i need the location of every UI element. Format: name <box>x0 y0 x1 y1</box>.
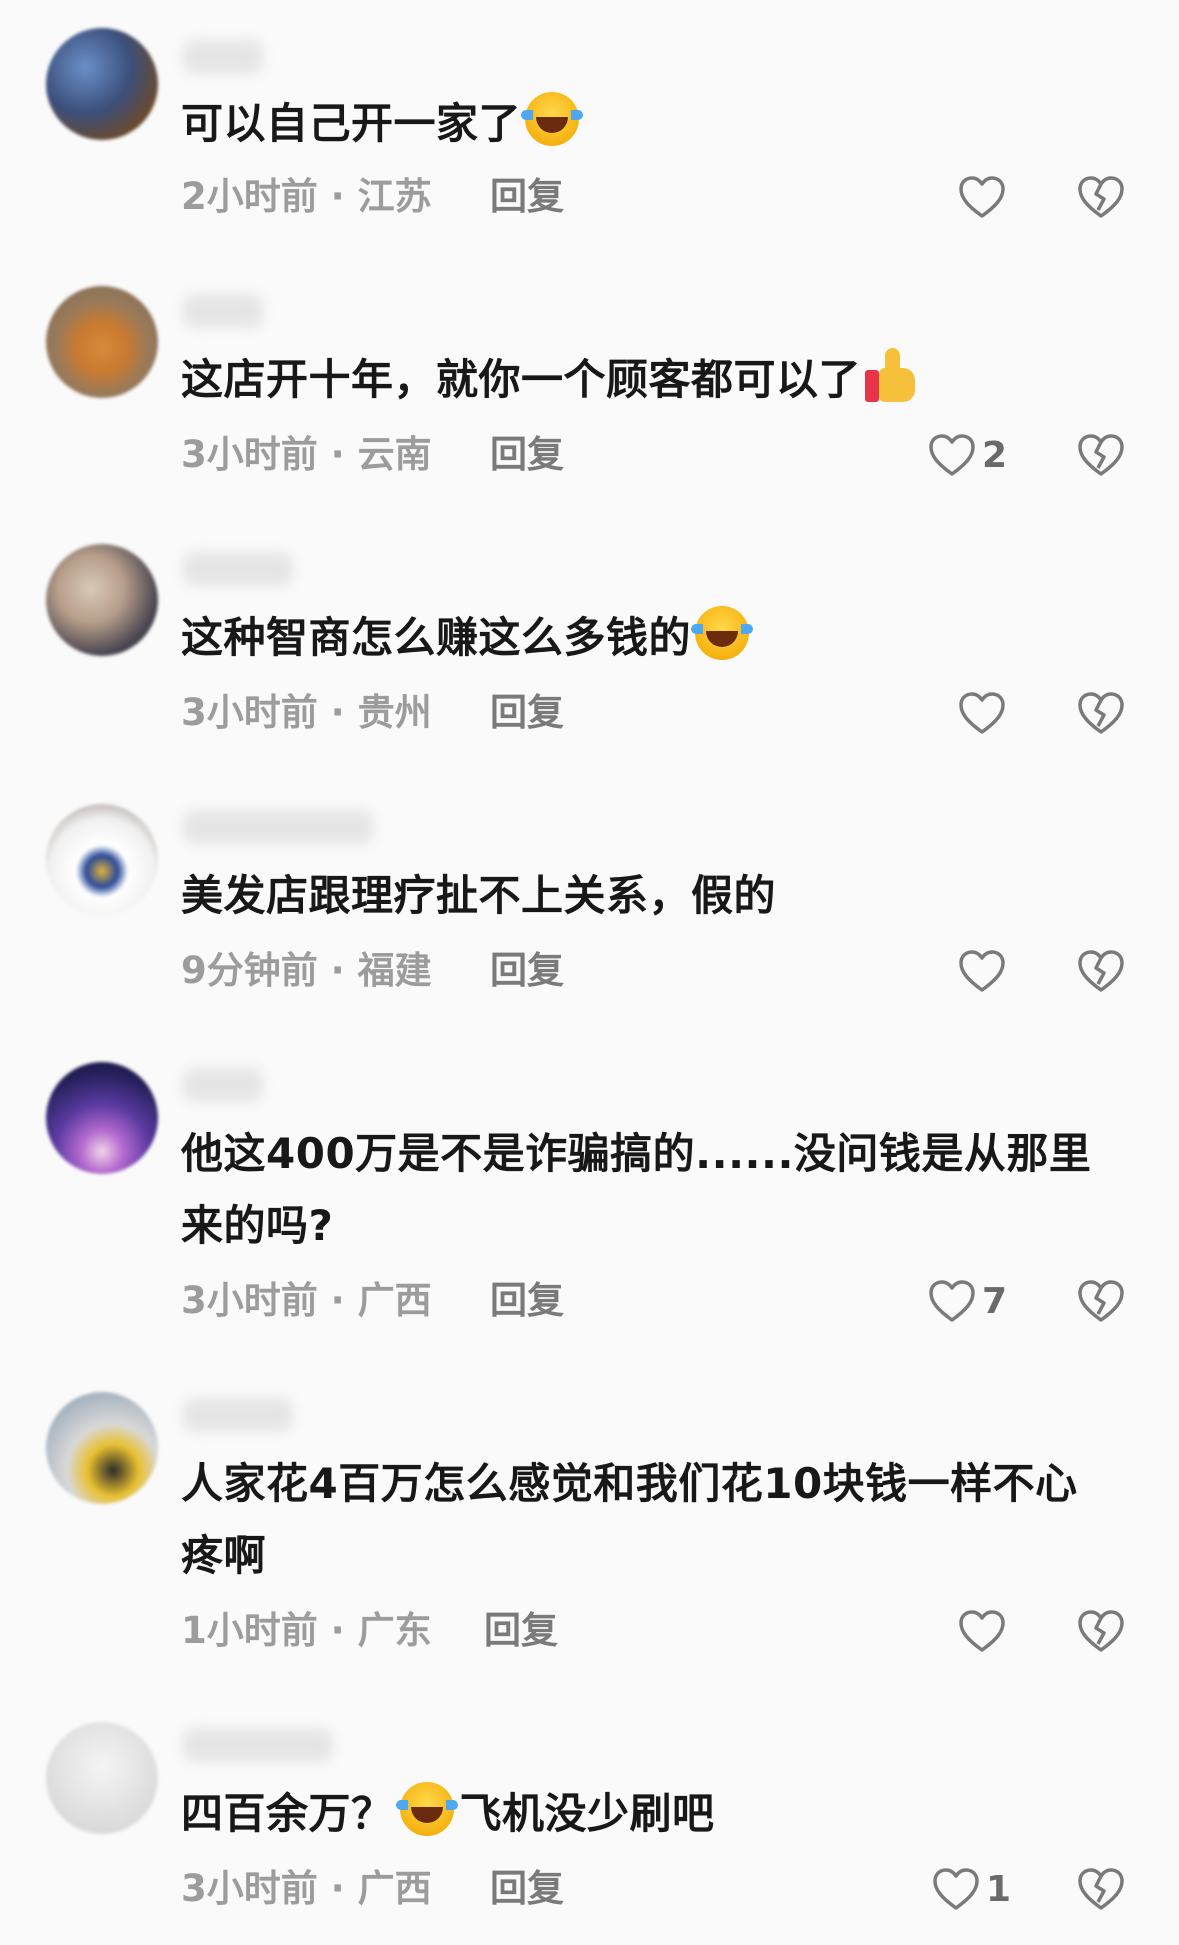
comment-time-location: 3小时前 · 贵州 <box>181 691 432 734</box>
comment-text: 可以自己开一家了 <box>181 88 1141 160</box>
username[interactable] <box>183 1728 333 1762</box>
reply-button[interactable]: 回复 <box>490 430 564 480</box>
comment-text: 这种智商怎么赚这么多钱的 <box>181 602 1141 674</box>
reply-button[interactable]: 回复 <box>490 688 564 738</box>
reply-button[interactable]: 回复 <box>490 946 564 996</box>
comment-time-location: 9分钟前 · 福建 <box>181 949 432 992</box>
broken-heart-icon[interactable] <box>1077 690 1125 736</box>
reply-button[interactable]: 回复 <box>490 1864 564 1914</box>
comment-text: 这店开十年，就你一个顾客都可以了 <box>181 344 1141 416</box>
heart-outline-icon <box>929 434 975 476</box>
like-count: 1 <box>986 1868 1012 1910</box>
comment-text: 他这400万是不是诈骗搞的......没问钱是从那里 来的吗? <box>181 1118 1141 1262</box>
comment-text-line: 疼啊 <box>181 1531 267 1580</box>
thumbs-up-emoji-icon <box>865 348 917 404</box>
like-button[interactable]: 2 <box>928 430 1007 480</box>
comment-time-location: 1小时前 · 广东 <box>181 1609 432 1652</box>
comment-time-location: 2小时前 · 江苏 <box>181 175 432 218</box>
comment-text-line: 他这400万是不是诈骗搞的......没问钱是从那里 <box>181 1129 1092 1178</box>
broken-heart-icon[interactable] <box>1077 1278 1125 1324</box>
username[interactable] <box>183 810 373 844</box>
broken-heart-icon[interactable] <box>1077 174 1125 220</box>
comment-text: 美发店跟理疗扯不上关系，假的 <box>181 871 777 920</box>
comment-time-location: 3小时前 · 广西 <box>181 1279 432 1322</box>
reply-button[interactable]: 回复 <box>484 1606 558 1656</box>
like-button[interactable] <box>958 172 1012 222</box>
avatar[interactable] <box>46 1392 158 1504</box>
like-button[interactable] <box>958 688 1012 738</box>
username[interactable] <box>183 1068 263 1102</box>
heart-outline-icon <box>959 1610 1005 1652</box>
like-count: 2 <box>982 434 1008 476</box>
like-button[interactable]: 1 <box>932 1864 1011 1914</box>
heart-outline-icon <box>959 692 1005 734</box>
avatar[interactable] <box>46 286 158 398</box>
avatar[interactable] <box>46 1062 158 1174</box>
reply-button[interactable]: 回复 <box>490 1276 564 1326</box>
reply-button[interactable]: 回复 <box>490 172 564 222</box>
broken-heart-icon[interactable] <box>1077 948 1125 994</box>
like-button[interactable] <box>958 946 1012 996</box>
broken-heart-icon[interactable] <box>1077 1866 1125 1912</box>
broken-heart-icon[interactable] <box>1077 432 1125 478</box>
username[interactable] <box>183 552 293 586</box>
heart-outline-icon <box>929 1280 975 1322</box>
username[interactable] <box>183 40 263 74</box>
avatar[interactable] <box>46 544 158 656</box>
avatar[interactable] <box>46 804 158 916</box>
comment-time-location: 3小时前 · 云南 <box>181 433 432 476</box>
username[interactable] <box>183 1398 293 1432</box>
like-count: 7 <box>982 1280 1008 1322</box>
heart-outline-icon <box>959 176 1005 218</box>
laughing-tears-emoji-icon <box>521 92 584 146</box>
laughing-tears-emoji-icon <box>395 1782 458 1836</box>
avatar[interactable] <box>46 28 158 140</box>
heart-outline-icon <box>933 1868 979 1910</box>
avatar[interactable] <box>46 1722 158 1834</box>
comment-text: 四百余万？ 飞机没少刷吧 <box>181 1778 1141 1850</box>
like-button[interactable]: 7 <box>928 1276 1007 1326</box>
broken-heart-icon[interactable] <box>1077 1608 1125 1654</box>
comment-text: 人家花4百万怎么感觉和我们花10块钱一样不心 疼啊 <box>181 1448 1141 1592</box>
like-button[interactable] <box>958 1606 1012 1656</box>
comment-text-line: 人家花4百万怎么感觉和我们花10块钱一样不心 <box>181 1459 1078 1508</box>
comment-time-location: 3小时前 · 广西 <box>181 1867 432 1910</box>
comment-text-line: 来的吗? <box>181 1201 334 1250</box>
laughing-tears-emoji-icon <box>691 606 754 660</box>
username[interactable] <box>183 294 263 328</box>
heart-outline-icon <box>959 950 1005 992</box>
